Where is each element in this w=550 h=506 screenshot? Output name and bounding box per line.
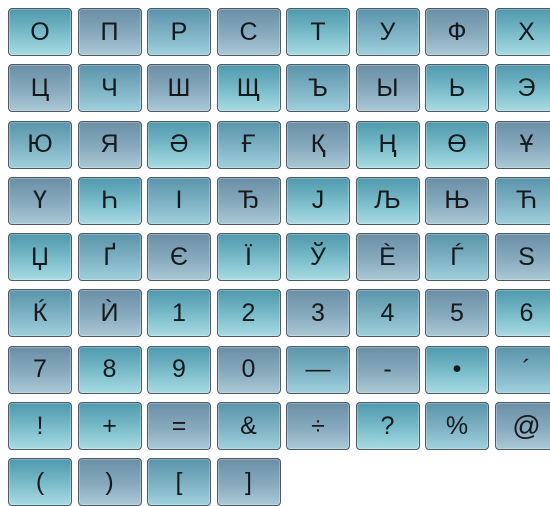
key-35[interactable]: Ї [216,233,281,282]
key-36[interactable]: Ў [286,233,350,282]
key-16[interactable]: Ю [8,120,72,169]
key-57[interactable]: + [77,402,142,451]
key-34[interactable]: Є [147,233,211,282]
key-52[interactable]: — [286,345,350,394]
key-67[interactable]: ] [216,458,281,506]
key-31[interactable]: Ћ [494,176,550,225]
key-63[interactable]: @ [494,402,550,451]
key-4[interactable]: Т [286,8,350,56]
key-42[interactable]: 1 [147,289,211,338]
key-7[interactable]: Х [494,8,550,56]
key-54[interactable]: • [425,345,489,394]
key-21[interactable]: Ң [355,120,420,169]
key-14[interactable]: Ь [425,64,489,113]
key-18[interactable]: Ә [147,120,211,169]
key-13[interactable]: Ы [355,64,420,113]
key-38[interactable]: Ѓ [425,233,489,282]
key-48[interactable]: 7 [8,345,72,394]
key-10[interactable]: Ш [147,64,211,113]
key-53[interactable]: - [355,345,420,394]
key-39[interactable]: Ѕ [494,233,550,282]
key-60[interactable]: ÷ [286,402,350,451]
key-44[interactable]: 3 [286,289,350,338]
key-61[interactable]: ? [355,402,420,451]
key-33[interactable]: Ґ [77,233,142,282]
key-2[interactable]: Р [147,8,211,56]
key-17[interactable]: Я [77,120,142,169]
key-6[interactable]: Ф [425,8,489,56]
character-keyboard: ОПРСТУФХ ЦЧШЩЪЫЬЭ ЮЯӘҒҚҢӨҰ ҮҺІЂЈЉЊЋ ЏҐЄЇЎÈЃЅ… [8,8,550,506]
key-15[interactable]: Э [494,64,550,113]
key-47[interactable]: 6 [494,289,550,338]
key-20[interactable]: Қ [286,120,350,169]
key-9[interactable]: Ч [77,64,142,113]
key-3[interactable]: С [216,8,281,56]
key-29[interactable]: Љ [355,176,420,225]
key-25[interactable]: Һ [77,176,142,225]
key-37[interactable]: È [355,233,420,282]
key-28[interactable]: Ј [286,176,350,225]
key-26[interactable]: І [147,176,211,225]
key-58[interactable]: = [147,402,211,451]
key-5[interactable]: У [355,8,420,56]
key-0[interactable]: О [8,8,72,56]
key-41[interactable]: Ѝ [77,289,142,338]
key-65[interactable]: ) [77,458,142,506]
key-59[interactable]: & [216,402,281,451]
key-49[interactable]: 8 [77,345,142,394]
key-32[interactable]: Џ [8,233,72,282]
key-27[interactable]: Ђ [216,176,281,225]
key-24[interactable]: Ү [8,176,72,225]
key-64[interactable]: ( [8,458,72,506]
key-50[interactable]: 9 [147,345,211,394]
key-12[interactable]: Ъ [286,64,350,113]
key-43[interactable]: 2 [216,289,281,338]
key-62[interactable]: % [425,402,489,451]
key-30[interactable]: Њ [425,176,489,225]
key-8[interactable]: Ц [8,64,72,113]
key-11[interactable]: Щ [216,64,281,113]
key-45[interactable]: 4 [355,289,420,338]
key-22[interactable]: Ө [425,120,489,169]
key-56[interactable]: ! [8,402,72,451]
key-66[interactable]: [ [147,458,211,506]
key-55[interactable]: ´ [494,345,550,394]
key-46[interactable]: 5 [425,289,489,338]
key-1[interactable]: П [77,8,142,56]
key-23[interactable]: Ұ [494,120,550,169]
key-51[interactable]: 0 [216,345,281,394]
key-19[interactable]: Ғ [216,120,281,169]
key-40[interactable]: Ќ [8,289,72,338]
